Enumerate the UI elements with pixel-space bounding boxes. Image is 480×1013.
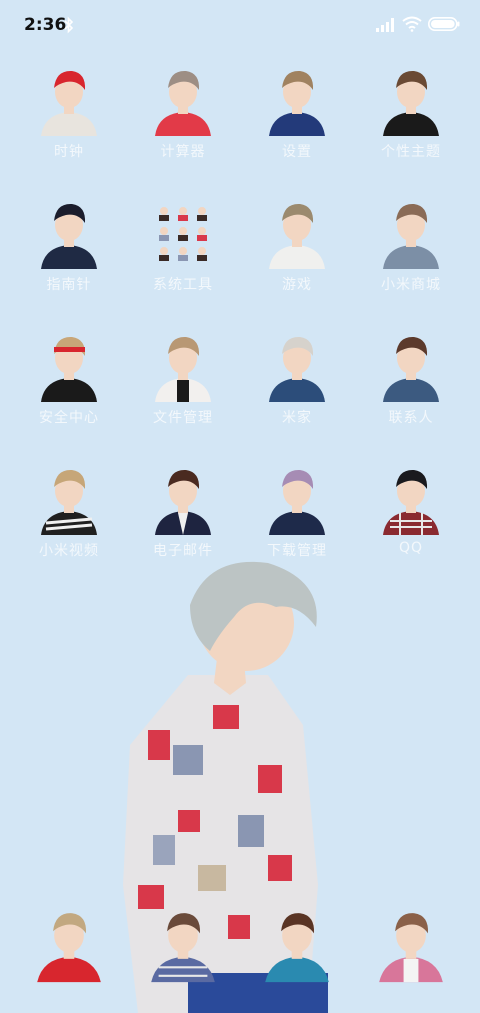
clock-app-icon[interactable] (36, 64, 102, 136)
status-bar: 2:36 (0, 0, 480, 52)
app-grid: 时钟 计算器 设置 个性主题 指南针 系统工具 游戏 小米商城 安全中心 文件管… (12, 64, 468, 596)
app-mi-store[interactable]: 小米商城 (354, 197, 468, 330)
status-time: 2:36 (24, 15, 67, 35)
app-themes[interactable]: 个性主题 (354, 64, 468, 197)
compass-app-icon[interactable] (36, 197, 102, 269)
app-label: 小米商城 (381, 277, 441, 293)
app-qq[interactable]: QQ (354, 463, 468, 596)
app-mijia[interactable]: 米家 (240, 330, 354, 463)
qq-app-icon[interactable] (378, 463, 444, 535)
bluetooth-icon (64, 16, 74, 34)
themes-app-icon[interactable] (378, 64, 444, 136)
dock-messages-icon[interactable] (148, 905, 218, 983)
app-games[interactable]: 游戏 (240, 197, 354, 330)
app-label: 米家 (282, 410, 312, 426)
app-label: 文件管理 (153, 410, 213, 426)
app-clock[interactable]: 时钟 (12, 64, 126, 197)
app-label: 个性主题 (381, 144, 441, 160)
battery-icon (428, 17, 460, 31)
app-label: 游戏 (282, 277, 312, 293)
dock-phone[interactable] (12, 905, 126, 985)
dock-phone-icon[interactable] (34, 905, 104, 983)
app-label: 下载管理 (267, 543, 327, 559)
app-label: 设置 (282, 144, 312, 160)
system-tools-app-icon[interactable] (150, 197, 216, 269)
app-email[interactable]: 电子邮件 (126, 463, 240, 596)
app-contacts[interactable]: 联系人 (354, 330, 468, 463)
settings-app-icon[interactable] (264, 64, 330, 136)
app-calculator[interactable]: 计算器 (126, 64, 240, 197)
app-downloads[interactable]: 下载管理 (240, 463, 354, 596)
dock-camera-icon[interactable] (376, 905, 446, 983)
dock-browser[interactable] (240, 905, 354, 985)
app-label: QQ (398, 540, 424, 556)
dock (12, 905, 468, 985)
app-file-manager[interactable]: 文件管理 (126, 330, 240, 463)
signal-icon (376, 18, 394, 32)
games-app-icon[interactable] (264, 197, 330, 269)
downloads-app-icon[interactable] (264, 463, 330, 535)
app-system-tools[interactable]: 系统工具 (126, 197, 240, 330)
file-manager-app-icon[interactable] (150, 330, 216, 402)
app-mi-video[interactable]: 小米视频 (12, 463, 126, 596)
wifi-icon (402, 16, 422, 32)
app-settings[interactable]: 设置 (240, 64, 354, 197)
app-label: 时钟 (54, 144, 84, 160)
email-app-icon[interactable] (150, 463, 216, 535)
app-security[interactable]: 安全中心 (12, 330, 126, 463)
mi-store-app-icon[interactable] (378, 197, 444, 269)
security-app-icon[interactable] (36, 330, 102, 402)
mijia-app-icon[interactable] (264, 330, 330, 402)
dock-camera[interactable] (354, 905, 468, 985)
contacts-app-icon[interactable] (378, 330, 444, 402)
app-label: 系统工具 (153, 277, 213, 293)
app-label: 计算器 (160, 144, 206, 160)
app-label: 联系人 (388, 410, 434, 426)
dock-messages[interactable] (126, 905, 240, 985)
app-label: 安全中心 (39, 410, 99, 426)
app-compass[interactable]: 指南针 (12, 197, 126, 330)
app-label: 小米视频 (39, 543, 99, 559)
calculator-app-icon[interactable] (150, 64, 216, 136)
dock-browser-icon[interactable] (262, 905, 332, 983)
app-label: 电子邮件 (153, 543, 213, 559)
app-label: 指南针 (46, 277, 92, 293)
mi-video-app-icon[interactable] (36, 463, 102, 535)
